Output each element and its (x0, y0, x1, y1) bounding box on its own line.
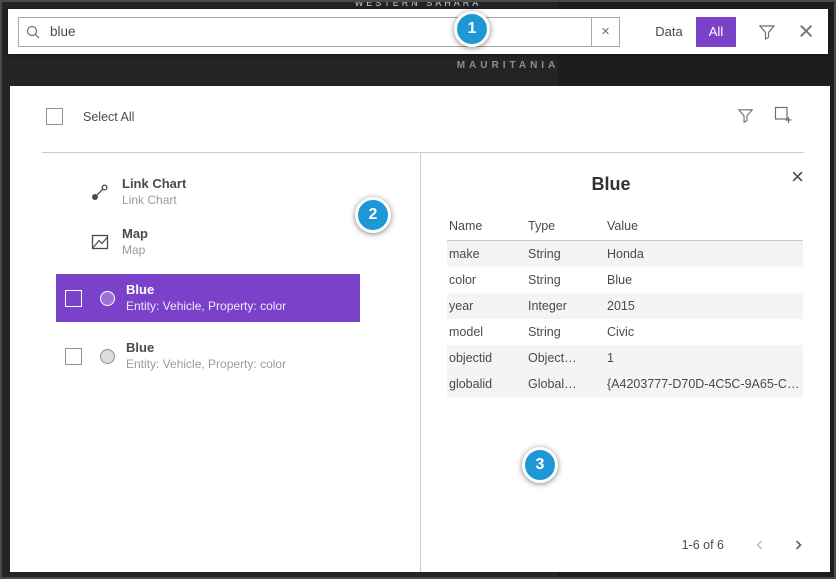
item-checkbox[interactable] (65, 348, 82, 365)
search-input-wrapper (18, 17, 592, 47)
detail-panel: Blue × Name Type Value make String Honda… (421, 152, 830, 572)
item-subtitle: Entity: Vehicle, Property: color (126, 357, 286, 372)
cell-value: Civic (605, 325, 803, 339)
next-page-icon[interactable] (792, 539, 804, 551)
select-all-checkbox[interactable] (46, 108, 63, 125)
cell-name: globalid (447, 377, 526, 391)
cell-name: year (447, 299, 526, 313)
add-to-new-icon[interactable] (774, 106, 792, 124)
results-list: Link Chart Link Chart Map Map Blue Enti (56, 174, 360, 394)
filter-icon[interactable] (758, 23, 776, 41)
item-title: Blue (126, 340, 286, 356)
item-title: Map (122, 226, 148, 242)
close-search-icon[interactable]: × (798, 18, 814, 45)
cell-type: String (526, 273, 605, 287)
cell-name: make (447, 247, 526, 261)
cell-type: Object… (526, 351, 605, 365)
cell-type: String (526, 325, 605, 339)
cell-value: Blue (605, 273, 803, 287)
item-title: Blue (126, 282, 286, 298)
cell-name: color (447, 273, 526, 287)
table-row: color String Blue (447, 267, 803, 293)
cell-value: Honda (605, 247, 803, 261)
select-all-row: Select All (46, 108, 134, 125)
cell-name: model (447, 325, 526, 339)
prev-page-icon[interactable] (754, 539, 766, 551)
column-header-type: Type (526, 219, 605, 233)
column-header-value: Value (605, 219, 803, 233)
entity-circle-icon (100, 291, 115, 306)
cell-value: 2015 (605, 299, 803, 313)
properties-table: Name Type Value make String Honda color … (447, 212, 803, 397)
table-row: model String Civic (447, 319, 803, 345)
page-range-label: 1-6 of 6 (682, 538, 724, 552)
pagination: 1-6 of 6 (682, 538, 804, 552)
table-row: make String Honda (447, 241, 803, 267)
data-filter-button[interactable]: Data (642, 17, 695, 47)
list-item-map[interactable]: Map Map (56, 224, 360, 260)
filter-results-icon[interactable] (737, 107, 754, 124)
detail-title: Blue (421, 174, 801, 195)
clear-search-button[interactable]: × (592, 17, 620, 47)
annotation-badge-2: 2 (355, 197, 391, 233)
item-subtitle: Entity: Vehicle, Property: color (126, 299, 286, 314)
table-row: year Integer 2015 (447, 293, 803, 319)
item-subtitle: Map (122, 243, 148, 258)
cell-type: String (526, 247, 605, 261)
table-row: globalid Global… {A4203777-D70D-4C5C-9A6… (447, 371, 803, 397)
search-results-panel: Select All Link Chart Link Chart (10, 86, 830, 572)
list-item-link-chart[interactable]: Link Chart Link Chart (56, 174, 360, 210)
annotation-badge-1: 1 (454, 11, 490, 47)
item-subtitle: Link Chart (122, 193, 186, 208)
search-icon (25, 24, 41, 40)
cell-name: objectid (447, 351, 526, 365)
map-icon (90, 232, 110, 252)
cell-value: {A4203777-D70D-4C5C-9A65-C… (605, 377, 803, 391)
item-title: Link Chart (122, 176, 186, 192)
app-window: WESTERN SAHARA MAURITANIA × Data All × S… (0, 0, 836, 579)
toolbar-right-group: Data All × (642, 17, 814, 47)
table-header-row: Name Type Value (447, 212, 803, 241)
link-chart-icon (90, 182, 110, 202)
cell-type: Integer (526, 299, 605, 313)
list-item-blue[interactable]: Blue Entity: Vehicle, Property: color (56, 332, 360, 380)
all-filter-button[interactable]: All (696, 17, 736, 47)
item-checkbox[interactable] (65, 290, 82, 307)
column-header-name: Name (447, 219, 526, 233)
table-row: objectid Object… 1 (447, 345, 803, 371)
detail-close-icon[interactable]: × (791, 166, 804, 188)
list-item-blue-selected[interactable]: Blue Entity: Vehicle, Property: color (56, 274, 360, 322)
search-toolbar: × Data All × (8, 9, 828, 54)
entity-circle-icon (100, 349, 115, 364)
cell-value: 1 (605, 351, 803, 365)
panel-actions (737, 106, 792, 124)
select-all-label: Select All (83, 110, 134, 124)
annotation-badge-3: 3 (522, 447, 558, 483)
map-label-western-sahara: WESTERN SAHARA (2, 0, 834, 8)
map-label-mauritania: MAURITANIA (182, 60, 834, 71)
search-input[interactable] (48, 23, 585, 40)
cell-type: Global… (526, 377, 605, 391)
